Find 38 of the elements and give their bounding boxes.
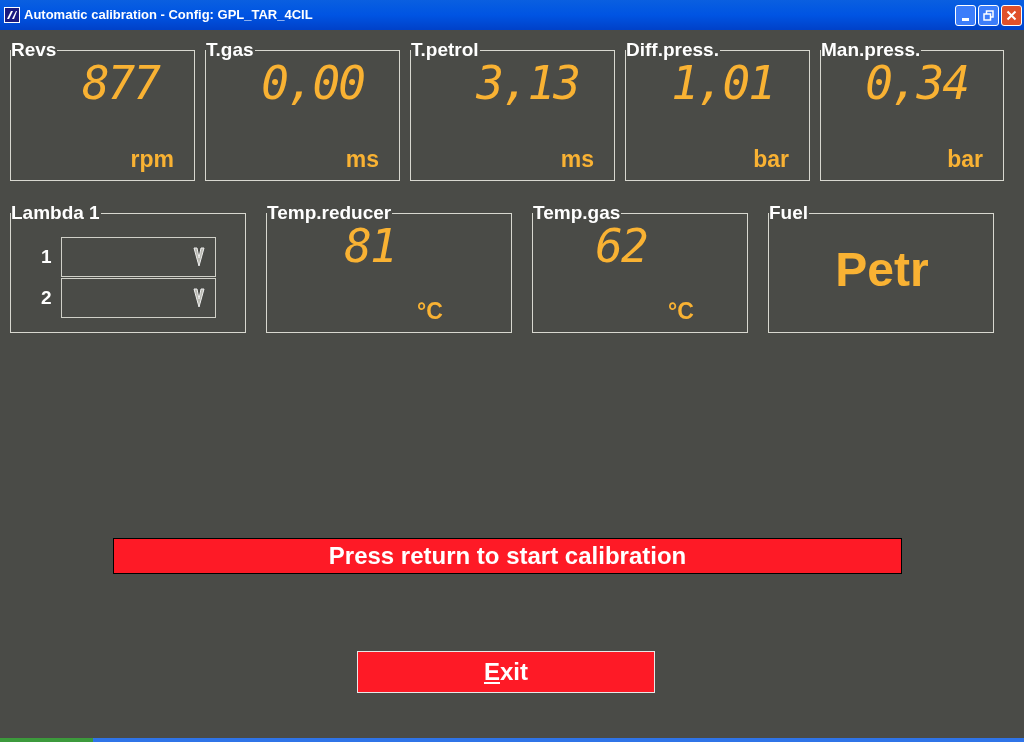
digital-readout: 3,13: [476, 60, 579, 106]
restore-icon: [983, 9, 994, 21]
group-label: Revs: [11, 40, 58, 60]
unit-label: bar: [753, 144, 789, 174]
status-message: Press return to start calibration: [328, 541, 687, 571]
row-label: 1: [41, 244, 53, 269]
unit-label: °C: [668, 296, 694, 326]
unit-label: rpm: [130, 144, 174, 174]
v-mark-icon: [193, 246, 205, 268]
window-title: Automatic calibration - Config: GPL_TAR_4CIL: [24, 6, 313, 25]
digital-readout: 81: [344, 223, 396, 269]
exit-button[interactable]: Exit: [357, 651, 655, 693]
group-label: Diff.press.: [626, 40, 720, 60]
group-label: T.gas: [206, 40, 255, 60]
digital-readout: 0,00: [261, 60, 364, 106]
minimize-icon: [962, 17, 969, 21]
digital-readout: 1,01: [671, 60, 774, 106]
fuel-value: Petr: [835, 241, 929, 298]
restore-button[interactable]: [978, 4, 999, 26]
close-button[interactable]: [1001, 4, 1022, 26]
digital-readout: 62: [595, 223, 647, 269]
minimize-button[interactable]: [955, 4, 976, 26]
unit-label: ms: [345, 144, 379, 174]
digital-readout: 877: [81, 60, 159, 106]
digital-readout: 0,34: [865, 60, 968, 106]
group-label: T.petrol: [411, 40, 480, 60]
group-label: Lambda 1: [11, 203, 101, 223]
group-label: Temp.reducer: [267, 203, 393, 223]
unit-label: °C: [417, 296, 443, 326]
unit-label: bar: [947, 144, 983, 174]
close-icon: [1006, 9, 1017, 21]
group-label: Fuel: [769, 203, 810, 223]
unit-label: ms: [560, 144, 594, 174]
row-label: 2: [41, 285, 53, 310]
group-label: Temp.gas: [533, 203, 622, 223]
app-logo-icon: [4, 7, 20, 23]
group-label: Man.press.: [821, 40, 922, 60]
v-mark-icon: [193, 287, 205, 309]
